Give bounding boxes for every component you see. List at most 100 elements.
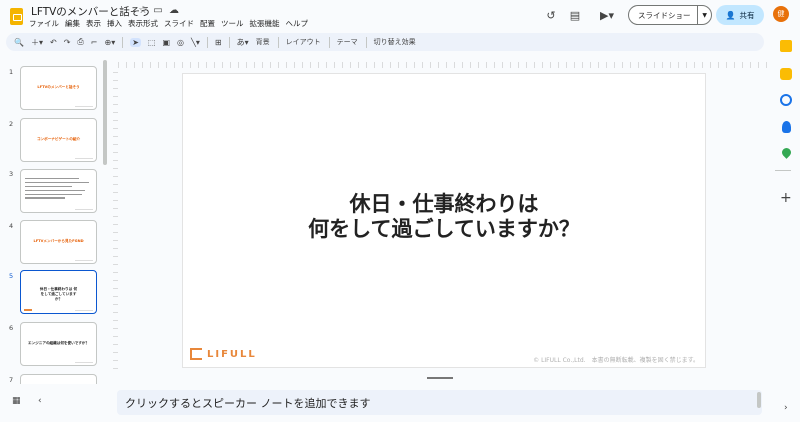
avatar[interactable]: 健 [773, 6, 789, 22]
slide-thumbnail[interactable]: エンジニアの組織は何を使いですか？ [20, 322, 97, 366]
comment-add-icon[interactable]: ⊞ [215, 38, 222, 47]
lifull-logo-text: LIFULL [207, 348, 257, 360]
select-icon[interactable]: ➤ [130, 37, 141, 47]
menu-insert[interactable]: 挿入 [107, 18, 122, 29]
toolbar-divider [228, 36, 230, 48]
get-addons-icon[interactable]: + [780, 190, 792, 206]
speaker-notes-input[interactable]: クリックするとスピーカー ノートを追加できます [117, 390, 762, 415]
keep-icon[interactable] [780, 68, 792, 80]
search-menus-icon[interactable]: 🔍 [14, 38, 24, 47]
slide-number: 4 [9, 222, 14, 230]
thumbnail-title: エンジニアの組織は何を使いですか？ [28, 341, 89, 345]
slide-number: 2 [9, 120, 14, 128]
slide-number: 6 [9, 324, 14, 332]
filmstrip-scrollbar[interactable] [103, 60, 107, 165]
horizontal-ruler [118, 62, 768, 68]
new-slide-icon[interactable]: ＋▾ [31, 37, 43, 48]
image-icon[interactable]: ▣ [162, 38, 170, 47]
collapse-filmstrip-icon[interactable]: ‹ [38, 396, 42, 406]
slide-thumbnail[interactable]: コンポーナビゲートの紹介 [20, 118, 97, 162]
menu-extensions[interactable]: 拡張機能 [250, 18, 280, 29]
cloud-status-icon[interactable]: ☁ [168, 5, 180, 17]
meet-icon[interactable]: ▶▾ [596, 8, 618, 24]
thumbnail-title: LFTVメンバーから見たFGND [33, 239, 84, 243]
thumbnail-text-lines [25, 178, 92, 201]
slide-thumbnail[interactable] [20, 374, 97, 384]
thumbnail-title: コンポーナビゲートの紹介 [36, 137, 81, 141]
tasks-icon[interactable] [780, 94, 792, 106]
speaker-notes-placeholder: クリックするとスピーカー ノートを追加できます [125, 397, 371, 410]
menu-view[interactable]: 表示 [86, 18, 101, 29]
slide-canvas[interactable]: 休日・仕事終わりは 何をして過ごしていますか？ LIFULL © LIFULL … [182, 73, 706, 368]
slide-number: 7 [9, 376, 14, 384]
theme-button[interactable]: テーマ [337, 37, 358, 47]
share-button[interactable]: 👤 共有 [716, 5, 764, 25]
lifull-logo: LIFULL [190, 348, 257, 360]
slide-thumbnail[interactable] [20, 169, 97, 213]
side-panel-divider [775, 170, 791, 171]
menu-arrange[interactable]: 配置 [200, 18, 215, 29]
slide-title-line-1: 休日・仕事終わりは [349, 192, 539, 216]
print-icon[interactable]: ⎙ [77, 37, 83, 47]
menu-bar: ファイル 編集 表示 挿入 表示形式 スライド 配置 ツール 拡張機能 ヘルプ [29, 18, 314, 29]
document-title[interactable]: LFTVのメンバーと話そう [31, 4, 151, 19]
slide-number: 5 [9, 272, 14, 280]
notes-resize-handle[interactable] [427, 377, 453, 379]
toolbar-divider [365, 36, 367, 48]
redo-icon[interactable]: ↷ [64, 38, 71, 47]
menu-help[interactable]: ヘルプ [286, 18, 309, 29]
thumbnail-footer [75, 157, 93, 159]
transition-button[interactable]: 切り替え効果 [374, 37, 416, 47]
slide-thumbnail[interactable]: LFTVのメンバーと話そう [20, 66, 97, 110]
slide-thumbnail-selected[interactable]: 休日・仕事終わりは 何をして過ごしていますか？ [20, 270, 97, 314]
toolbar-divider [206, 36, 208, 48]
input-tools-icon[interactable]: あ▾ [237, 37, 249, 48]
line-icon[interactable]: ╲▾ [191, 38, 200, 47]
undo-icon[interactable]: ↶ [50, 38, 57, 47]
calendar-icon[interactable] [780, 40, 792, 52]
lifull-logo-mark [190, 348, 202, 360]
slide-title-line-2: 何をして過ごしていますか？ [308, 217, 580, 241]
slideshow-button[interactable]: スライドショー ▼ [628, 5, 712, 25]
menu-format[interactable]: 表示形式 [128, 18, 158, 29]
menu-slide[interactable]: スライド [164, 18, 194, 29]
background-button[interactable]: 背景 [256, 37, 270, 47]
vertical-ruler [113, 72, 118, 372]
thumbnail-footer [75, 208, 93, 210]
zoom-icon[interactable]: ⊕▾ [105, 38, 116, 47]
menu-file[interactable]: ファイル [29, 18, 59, 29]
notes-scrollbar[interactable] [757, 392, 761, 408]
share-label: 共有 [739, 10, 755, 20]
comment-icon[interactable]: ▤ [567, 8, 583, 24]
maps-icon[interactable] [780, 146, 793, 159]
layout-button[interactable]: レイアウト [286, 37, 321, 47]
star-icon[interactable]: ☆ [137, 5, 149, 17]
slide-thumbnail[interactable]: LFTVメンバーから見たFGND [20, 220, 97, 264]
thumbnail-footer [75, 361, 93, 363]
chevron-down-icon[interactable]: ▼ [697, 6, 711, 24]
thumbnail-title: 休日・仕事終わりは 何をして過ごしていますか？ [39, 287, 78, 301]
slide-number: 1 [9, 68, 14, 76]
history-icon[interactable]: ↺ [543, 8, 559, 24]
text-box-icon[interactable]: ⬚ [148, 38, 156, 47]
expand-side-panel-icon[interactable]: › [784, 403, 788, 413]
shape-icon[interactable]: ◎ [177, 38, 184, 47]
menu-edit[interactable]: 編集 [65, 18, 80, 29]
menu-tools[interactable]: ツール [221, 18, 244, 29]
slide-footer: © LIFULL Co.,Ltd. 本書の無断転載、複製を固く禁じます。 [533, 357, 699, 364]
slide-number: 3 [9, 170, 14, 178]
thumbnail-logo [24, 309, 32, 311]
grid-view-icon[interactable]: ▦ [12, 396, 21, 406]
contacts-icon[interactable] [782, 121, 791, 133]
toolbar: 🔍 ＋▾ ↶ ↷ ⎙ ⌐ ⊕▾ ➤ ⬚ ▣ ◎ ╲▾ ⊞ あ▾ 背景 レイアウト… [6, 33, 764, 51]
paint-format-icon[interactable]: ⌐ [91, 38, 98, 47]
thumbnail-footer [75, 259, 93, 261]
thumbnail-title: LFTVのメンバーと話そう [37, 85, 80, 89]
slide-title[interactable]: 休日・仕事終わりは 何をして過ごしていますか？ [183, 192, 705, 242]
toolbar-divider [122, 36, 124, 48]
thumbnail-footer [75, 309, 93, 311]
thumbnail-footer [75, 105, 93, 107]
toolbar-divider [328, 36, 330, 48]
move-folder-icon[interactable]: ▭ [152, 5, 164, 17]
slides-logo-icon[interactable] [10, 8, 23, 25]
